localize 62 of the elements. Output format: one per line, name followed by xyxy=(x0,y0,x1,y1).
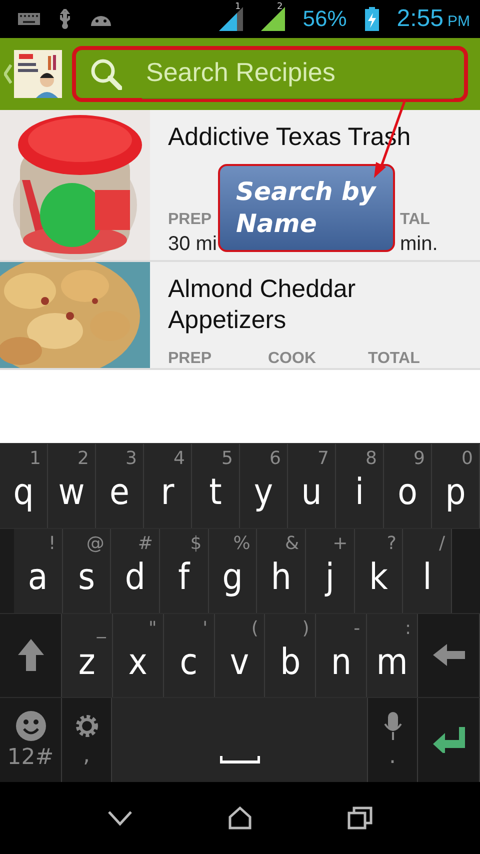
recipe-row[interactable]: Almond Cheddar Appetizers PREP COOK TOTAL xyxy=(0,262,480,370)
key-label: , xyxy=(83,742,90,768)
shift-arrow-icon xyxy=(18,639,44,672)
keyboard-key[interactable]: i 8 xyxy=(336,444,384,528)
keyboard-key[interactable]: o 9 xyxy=(384,444,432,528)
keyboard-key[interactable]: k ? xyxy=(354,528,404,612)
key-label: . xyxy=(389,744,396,769)
signal-icon xyxy=(260,7,285,31)
stat-value: 30 mi xyxy=(168,233,217,256)
keyboard-key[interactable]: a ! xyxy=(14,528,63,612)
recents-icon[interactable] xyxy=(346,806,373,830)
backspace-arrow-icon xyxy=(432,644,465,666)
keyboard-icon xyxy=(18,13,40,25)
microphone-icon xyxy=(384,712,402,740)
keyboard-key[interactable]: y 6 xyxy=(240,444,288,528)
keyboard-key[interactable]: b ) xyxy=(265,614,316,698)
keyboard-key[interactable]: z _ xyxy=(62,614,113,698)
smiley-icon xyxy=(16,710,46,741)
space-bar-icon xyxy=(220,756,260,764)
keyboard-key[interactable]: x " xyxy=(112,614,164,698)
clock-time: 2:55 xyxy=(396,5,444,33)
usb-icon xyxy=(58,9,72,29)
keyboard-key[interactable]: n - xyxy=(316,614,368,698)
search-field[interactable]: Search Recipies xyxy=(72,46,468,102)
recipe-title: Almond Cheddar Appetizers xyxy=(168,274,357,336)
keyboard-key[interactable]: w 2 xyxy=(48,444,96,528)
stat-label: TOTAL xyxy=(368,350,420,368)
key-label: 12# xyxy=(7,744,54,770)
stat-label: PREP xyxy=(168,211,212,229)
keyboard-key[interactable]: v ( xyxy=(214,614,266,698)
battery-charging-icon xyxy=(364,7,379,31)
search-icon xyxy=(90,58,122,90)
stat-value: min. xyxy=(400,233,438,256)
keyboard-key[interactable]: m : xyxy=(367,614,418,698)
keyboard-key[interactable]: f $ xyxy=(160,528,209,612)
keyboard-key[interactable]: s @ xyxy=(62,528,112,612)
keyboard-key[interactable]: h & xyxy=(257,528,306,612)
settings-icon xyxy=(74,712,100,739)
keyboard-key[interactable]: t 5 xyxy=(192,444,240,528)
stat-label: TAL xyxy=(400,211,430,229)
app-logo xyxy=(14,50,62,98)
keyboard-key[interactable]: q 1 xyxy=(0,444,48,528)
sim-number: 1 xyxy=(235,3,241,12)
keyboard-key[interactable]: e 3 xyxy=(96,444,144,528)
keyboard-key[interactable]: p 0 xyxy=(432,444,480,528)
keyboard-key[interactable]: d # xyxy=(111,528,160,612)
keyboard-key[interactable]: g % xyxy=(208,528,258,612)
back-icon[interactable] xyxy=(107,810,134,826)
stat-label: PREP xyxy=(168,350,212,368)
home-icon[interactable] xyxy=(228,806,252,830)
keyboard-key[interactable]: j + xyxy=(306,528,355,612)
enter-arrow-icon xyxy=(432,727,464,754)
callout-label: Search by Name xyxy=(218,164,395,252)
battery-percent: 56% xyxy=(302,6,347,32)
clock-meridiem: PM xyxy=(448,13,470,30)
keyboard-key[interactable]: u 7 xyxy=(288,444,336,528)
keyboard-key[interactable]: c ' xyxy=(164,614,215,698)
sim-number: 2 xyxy=(277,3,283,12)
signal-icon xyxy=(218,7,243,31)
stat-label: COOK xyxy=(268,350,316,368)
keyboard-key[interactable]: l / xyxy=(403,528,452,612)
keyboard-key[interactable]: r 4 xyxy=(144,444,192,528)
